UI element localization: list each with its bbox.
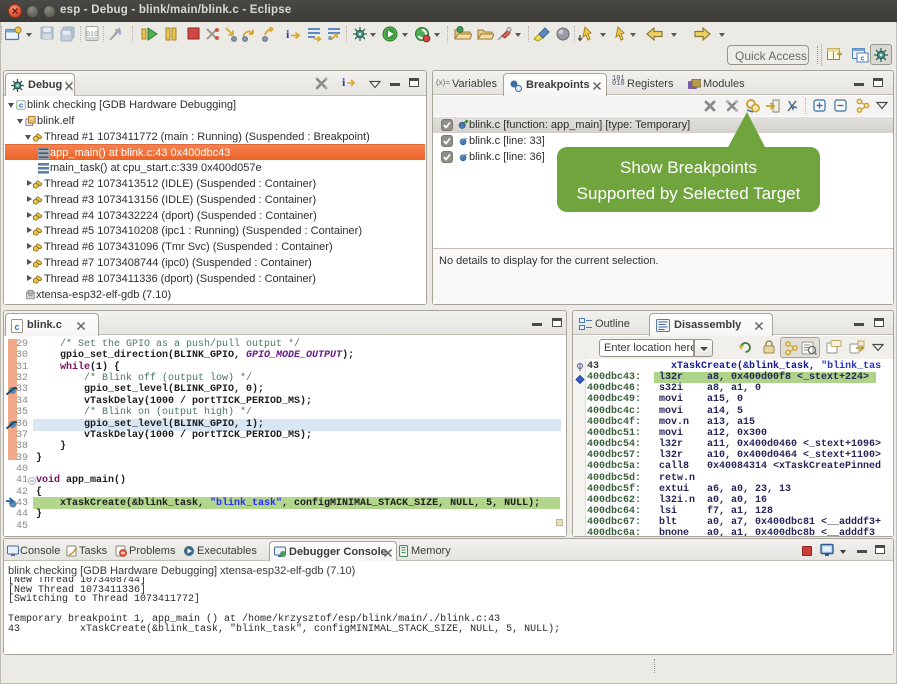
svg-text:c: c: [19, 101, 24, 110]
svg-text:c: c: [14, 322, 19, 332]
svg-text:c: c: [861, 56, 865, 63]
